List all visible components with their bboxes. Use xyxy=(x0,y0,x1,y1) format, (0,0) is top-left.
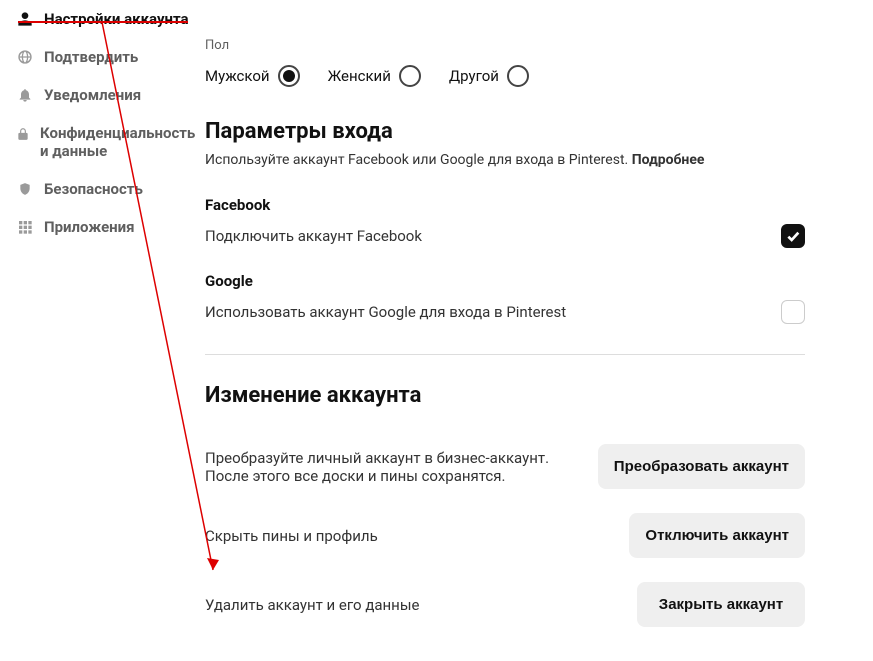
sidebar-item-apps[interactable]: Приложения xyxy=(0,208,195,246)
section-divider xyxy=(205,354,805,355)
convert-account-row: Преобразуйте личный аккаунт в бизнес-акк… xyxy=(205,444,805,489)
person-icon xyxy=(16,11,34,27)
google-block: Google Использовать аккаунт Google для в… xyxy=(205,272,805,324)
convert-account-desc: Преобразуйте личный аккаунт в бизнес-акк… xyxy=(205,449,578,485)
globe-icon xyxy=(16,49,34,65)
gender-label: Пол xyxy=(205,38,805,53)
sidebar-item-label: Конфиденциальность и данные xyxy=(40,124,195,160)
main-content: Пол Мужской Женский Другой Параметры вхо… xyxy=(195,0,873,651)
deactivate-account-row: Скрыть пины и профиль Отключить аккаунт xyxy=(205,513,805,558)
facebook-toggle[interactable] xyxy=(781,224,805,248)
login-options-section: Параметры входа Используйте аккаунт Face… xyxy=(205,119,805,355)
sidebar-item-account-settings[interactable]: Настройки аккаунта xyxy=(0,0,195,38)
sidebar-item-label: Приложения xyxy=(44,218,135,236)
close-account-desc: Удалить аккаунт и его данные xyxy=(205,596,617,614)
close-account-row: Удалить аккаунт и его данные Закрыть акк… xyxy=(205,582,805,627)
gender-male-radio[interactable] xyxy=(278,65,300,87)
sidebar-item-privacy[interactable]: Конфиденциальность и данные xyxy=(0,114,195,170)
account-changes-section: Изменение аккаунта Преобразуйте личный а… xyxy=(205,383,805,627)
deactivate-account-desc: Скрыть пины и профиль xyxy=(205,527,609,545)
sidebar-item-label: Безопасность xyxy=(44,180,143,198)
gender-other-label: Другой xyxy=(449,67,499,85)
login-options-desc: Используйте аккаунт Facebook или Google … xyxy=(205,152,805,168)
apps-icon xyxy=(16,219,34,235)
shield-icon xyxy=(16,181,34,197)
close-account-button[interactable]: Закрыть аккаунт xyxy=(637,582,805,627)
login-desc-text: Используйте аккаунт Facebook или Google … xyxy=(205,152,632,168)
gender-male-label: Мужской xyxy=(205,67,270,85)
convert-account-button[interactable]: Преобразовать аккаунт xyxy=(598,444,805,489)
sidebar-item-security[interactable]: Безопасность xyxy=(0,170,195,208)
sidebar-item-notifications[interactable]: Уведомления xyxy=(0,76,195,114)
facebook-block: Facebook Подключить аккаунт Facebook xyxy=(205,196,805,248)
sidebar-item-claim[interactable]: Подтвердить xyxy=(0,38,195,76)
login-options-heading: Параметры входа xyxy=(205,119,805,144)
gender-other-radio[interactable] xyxy=(507,65,529,87)
lock-icon xyxy=(16,126,30,142)
sidebar-item-label: Уведомления xyxy=(44,86,141,104)
sidebar-item-label: Настройки аккаунта xyxy=(44,10,189,28)
sidebar-item-label: Подтвердить xyxy=(44,48,138,66)
gender-radio-group: Мужской Женский Другой xyxy=(205,65,805,87)
google-desc: Использовать аккаунт Google для входа в … xyxy=(205,303,566,321)
bell-icon xyxy=(16,87,34,103)
google-label: Google xyxy=(205,272,805,290)
facebook-label: Facebook xyxy=(205,196,805,214)
account-changes-heading: Изменение аккаунта xyxy=(205,383,805,408)
settings-sidebar: Настройки аккаунта Подтвердить Уведомлен… xyxy=(0,0,195,651)
gender-female-radio[interactable] xyxy=(399,65,421,87)
deactivate-account-button[interactable]: Отключить аккаунт xyxy=(629,513,805,558)
gender-female-label: Женский xyxy=(328,67,391,85)
login-more-link[interactable]: Подробнее xyxy=(632,152,705,168)
facebook-desc: Подключить аккаунт Facebook xyxy=(205,227,422,245)
google-toggle[interactable] xyxy=(781,300,805,324)
